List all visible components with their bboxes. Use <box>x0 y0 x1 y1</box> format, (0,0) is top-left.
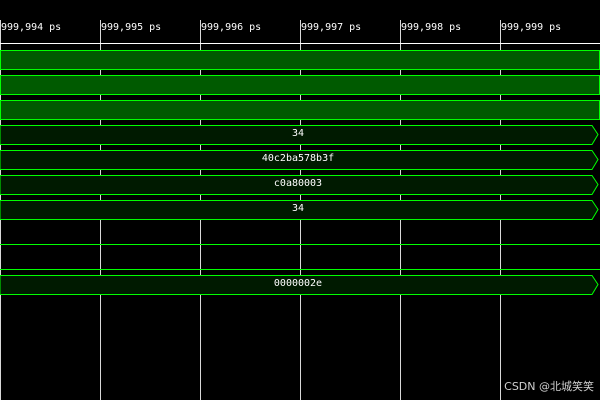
waveform-viewer[interactable]: 999,994 ps 999,995 ps 999,996 ps 999,997 ps… <box>0 0 600 400</box>
bus-value: 40c2ba578b3f <box>261 152 335 164</box>
bus-value: 34 <box>291 202 305 214</box>
bit-signal-high[interactable] <box>0 100 600 120</box>
bus-value: 34 <box>291 127 305 139</box>
watermark: CSDN @北城笑笑 <box>504 380 594 393</box>
bit-signal-high[interactable] <box>0 50 600 70</box>
bus-value: c0a80003 <box>273 177 323 189</box>
bit-signal-high[interactable] <box>0 75 600 95</box>
signal-waveforms <box>0 50 600 295</box>
bus-value: 0000002e <box>273 277 323 289</box>
